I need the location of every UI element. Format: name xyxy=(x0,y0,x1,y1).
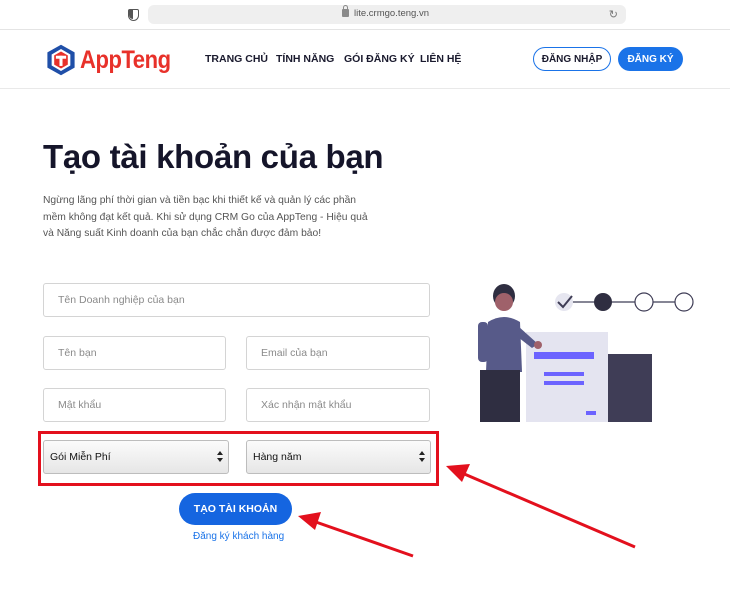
confirm-password-input[interactable]: Xác nhận mật khẩu xyxy=(246,388,430,422)
step-circle xyxy=(674,292,694,312)
nav-contact[interactable]: LIÊN HỆ xyxy=(420,53,461,65)
address-bar[interactable]: lite.crmgo.teng.vn ↻ xyxy=(148,5,626,24)
arrow-to-button xyxy=(312,519,414,558)
create-account-button[interactable]: TẠO TÀI KHOẢN xyxy=(179,493,292,525)
document-dash xyxy=(586,411,596,415)
site-header: AppTeng TRANG CHỦ TÍNH NĂNG GÓI ĐĂNG KÝ … xyxy=(0,31,730,89)
url-text: lite.crmgo.teng.vn xyxy=(354,8,429,19)
signup-button[interactable]: ĐĂNG KÝ xyxy=(618,47,683,71)
person-left-arm xyxy=(478,322,488,362)
business-name-input[interactable]: Tên Doanh nghiệp của bạn xyxy=(43,283,430,317)
lock-icon xyxy=(342,5,349,17)
arrow-head-icon xyxy=(298,512,321,530)
password-input[interactable]: Mật khẩu xyxy=(43,388,226,422)
step-done-circle xyxy=(555,293,573,311)
signup-illustration xyxy=(478,284,694,422)
browser-toolbar: lite.crmgo.teng.vn ↻ xyxy=(0,0,730,30)
page-title: Tạo tài khoản của bạn xyxy=(43,138,384,175)
document-line xyxy=(544,381,584,385)
arrow-to-selects xyxy=(461,471,636,549)
login-button[interactable]: ĐĂNG NHẬP xyxy=(533,47,611,71)
nav-home[interactable]: TRANG CHỦ xyxy=(205,53,268,65)
name-input[interactable]: Tên bạn xyxy=(43,336,226,370)
document-bar xyxy=(534,352,594,359)
appteng-logo-icon xyxy=(47,44,75,76)
nav-plans[interactable]: GÓI ĐĂNG KÝ xyxy=(344,53,415,65)
page-description: Ngừng lãng phí thời gian và tiền bạc khi… xyxy=(43,195,368,239)
customer-signup-link[interactable]: Đăng ký khách hàng xyxy=(193,531,284,542)
arrow-head-icon xyxy=(446,464,470,482)
person-legs xyxy=(480,370,520,422)
email-input[interactable]: Email của bạn xyxy=(246,336,430,370)
step-circle xyxy=(634,292,654,312)
person-torso xyxy=(486,317,522,372)
person-head xyxy=(495,293,513,311)
shield-icon[interactable] xyxy=(128,9,139,21)
person-hand xyxy=(534,341,542,349)
logo-text: AppTeng xyxy=(80,45,171,74)
document-line xyxy=(544,372,584,376)
annotation-highlight-box xyxy=(38,431,439,486)
nav-features[interactable]: TÍNH NĂNG xyxy=(276,53,334,65)
logo[interactable]: AppTeng xyxy=(44,43,183,77)
page: lite.crmgo.teng.vn ↻ AppTeng TRANG CHỦ T… xyxy=(0,0,730,606)
step-current-circle xyxy=(594,293,612,311)
reload-icon[interactable]: ↻ xyxy=(609,8,618,21)
